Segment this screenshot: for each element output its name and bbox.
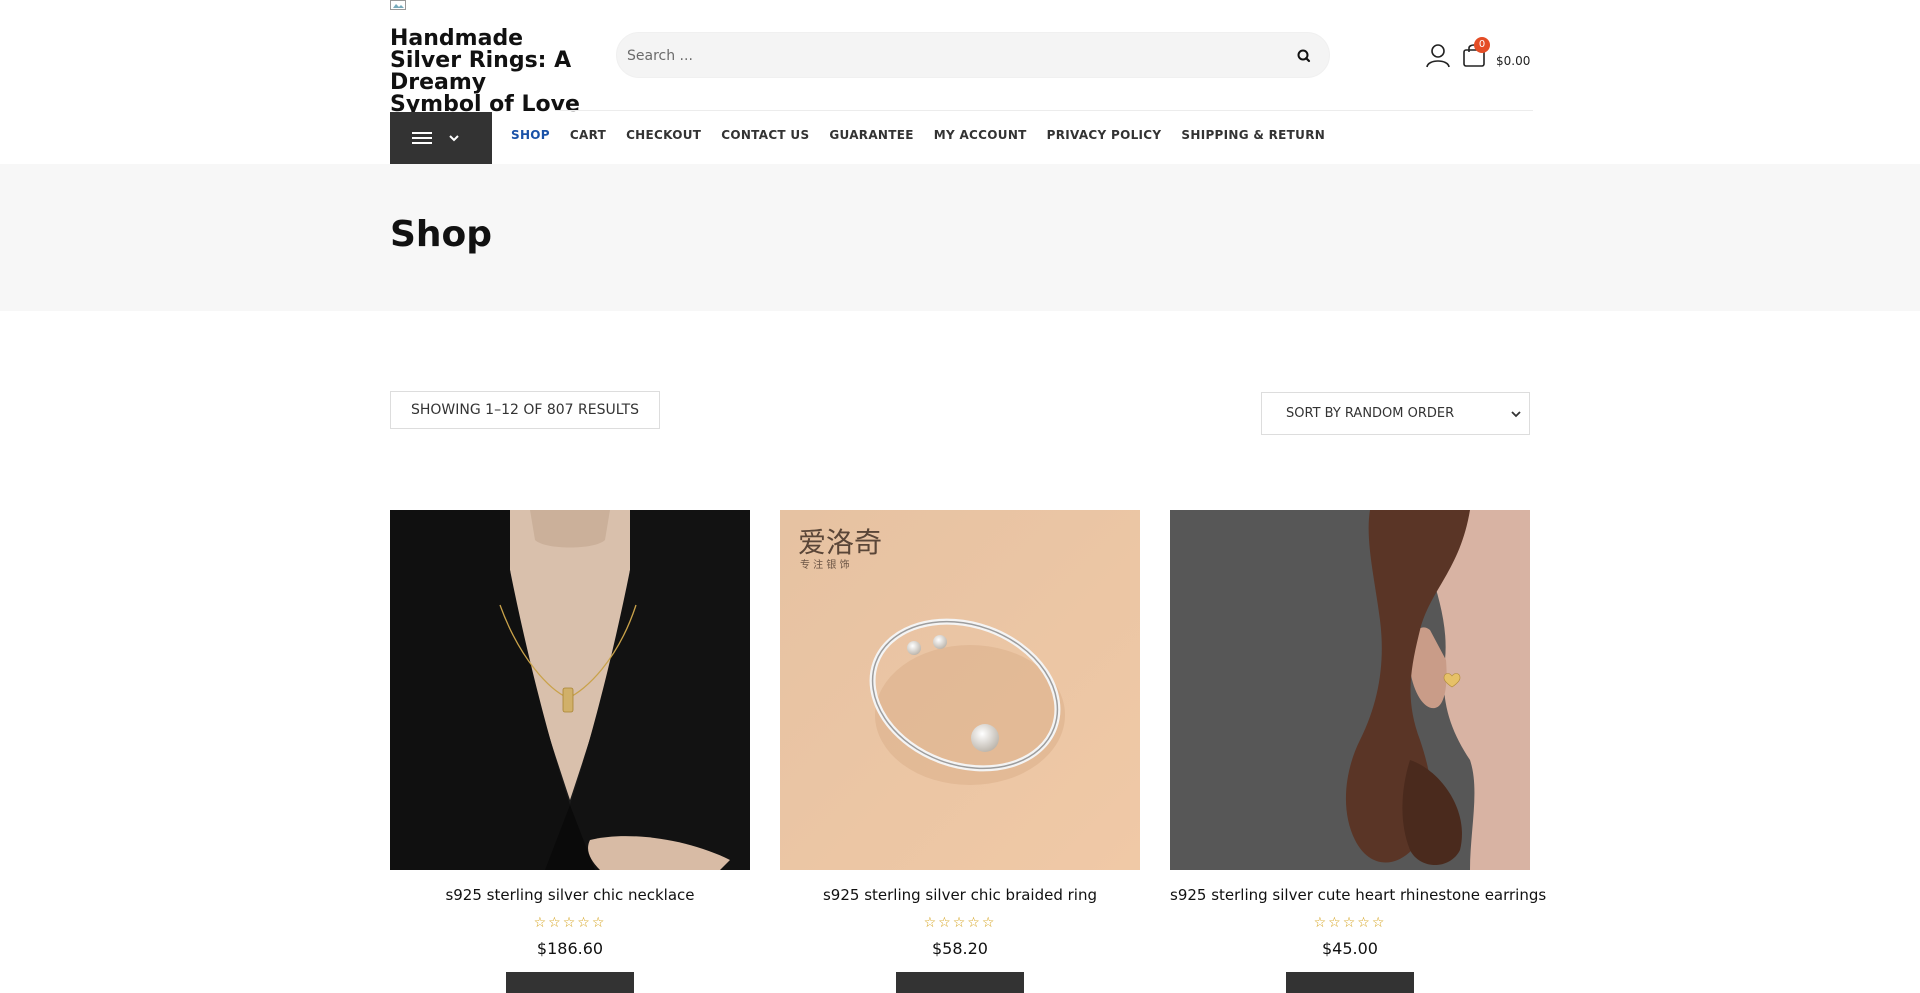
- header-divider: [555, 110, 1533, 111]
- image-brand-subtext: 专 注 银 饰: [800, 558, 850, 571]
- nav-item-cart[interactable]: CART: [570, 128, 606, 142]
- product-grid: s925 sterling silver chic necklace ☆☆☆☆☆…: [390, 510, 1546, 993]
- category-menu-toggle[interactable]: [390, 112, 492, 164]
- nav-item-checkout[interactable]: CHECKOUT: [626, 128, 701, 142]
- add-to-cart-button[interactable]: [896, 972, 1024, 993]
- add-to-cart-button[interactable]: [506, 972, 634, 993]
- chevron-down-icon: [1511, 411, 1521, 418]
- site-title[interactable]: Handmade Silver Rings: A Dreamy Symbol o…: [390, 28, 580, 116]
- rating-stars: ☆☆☆☆☆: [923, 914, 997, 930]
- search-bar: [616, 32, 1330, 78]
- page-title-band: Shop: [0, 164, 1920, 311]
- nav-item-guarantee[interactable]: GUARANTEE: [829, 128, 913, 142]
- product-image-earrings[interactable]: [1170, 510, 1530, 870]
- product-name[interactable]: s925 sterling silver chic braided ring: [780, 886, 1140, 904]
- nav-item-my-account[interactable]: MY ACCOUNT: [934, 128, 1027, 142]
- site-header: Handmade Silver Rings: A Dreamy Symbol o…: [0, 0, 1920, 164]
- search-icon[interactable]: [1293, 45, 1315, 67]
- product-price: $186.60: [536, 939, 604, 958]
- product-price: $45.00: [1322, 939, 1378, 958]
- product-card: s925 sterling silver chic necklace ☆☆☆☆☆…: [390, 510, 750, 993]
- sort-select[interactable]: SORT BY RANDOM ORDER: [1261, 392, 1530, 435]
- cart-count-badge: 0: [1474, 37, 1490, 53]
- user-account-icon[interactable]: [1425, 42, 1451, 68]
- search-input[interactable]: [627, 41, 1267, 71]
- cart-total[interactable]: $0.00: [1496, 54, 1530, 68]
- main-nav: SHOP CART CHECKOUT CONTACT US GUARANTEE …: [511, 128, 1325, 142]
- add-to-cart-button[interactable]: [1286, 972, 1414, 993]
- sort-selected-label: SORT BY RANDOM ORDER: [1286, 406, 1455, 421]
- nav-item-shop[interactable]: SHOP: [511, 128, 550, 142]
- chevron-down-icon: [449, 135, 459, 142]
- page-title: Shop: [390, 214, 493, 255]
- nav-item-shipping-return[interactable]: SHIPPING & RETURN: [1181, 128, 1325, 142]
- product-price: $58.20: [932, 939, 988, 958]
- hamburger-icon: [412, 132, 432, 144]
- product-card: s925 sterling silver cute heart rhinesto…: [1170, 510, 1546, 993]
- image-brand-text: 爱洛奇: [798, 526, 882, 559]
- product-image-ring[interactable]: 爱洛奇 专 注 银 饰: [780, 510, 1140, 870]
- broken-image-icon[interactable]: [390, 0, 406, 10]
- product-name[interactable]: s925 sterling silver chic necklace: [390, 886, 750, 904]
- nav-item-privacy-policy[interactable]: PRIVACY POLICY: [1047, 128, 1162, 142]
- product-card: 爱洛奇 专 注 银 饰 s925 sterling silver chic br…: [780, 510, 1140, 993]
- rating-stars: ☆☆☆☆☆: [1313, 914, 1387, 930]
- product-name[interactable]: s925 sterling silver cute heart rhinesto…: [1170, 886, 1546, 904]
- product-image-necklace[interactable]: [390, 510, 750, 870]
- nav-item-contact-us[interactable]: CONTACT US: [721, 128, 809, 142]
- rating-stars: ☆☆☆☆☆: [533, 914, 607, 930]
- result-count: SHOWING 1–12 OF 807 RESULTS: [390, 391, 661, 429]
